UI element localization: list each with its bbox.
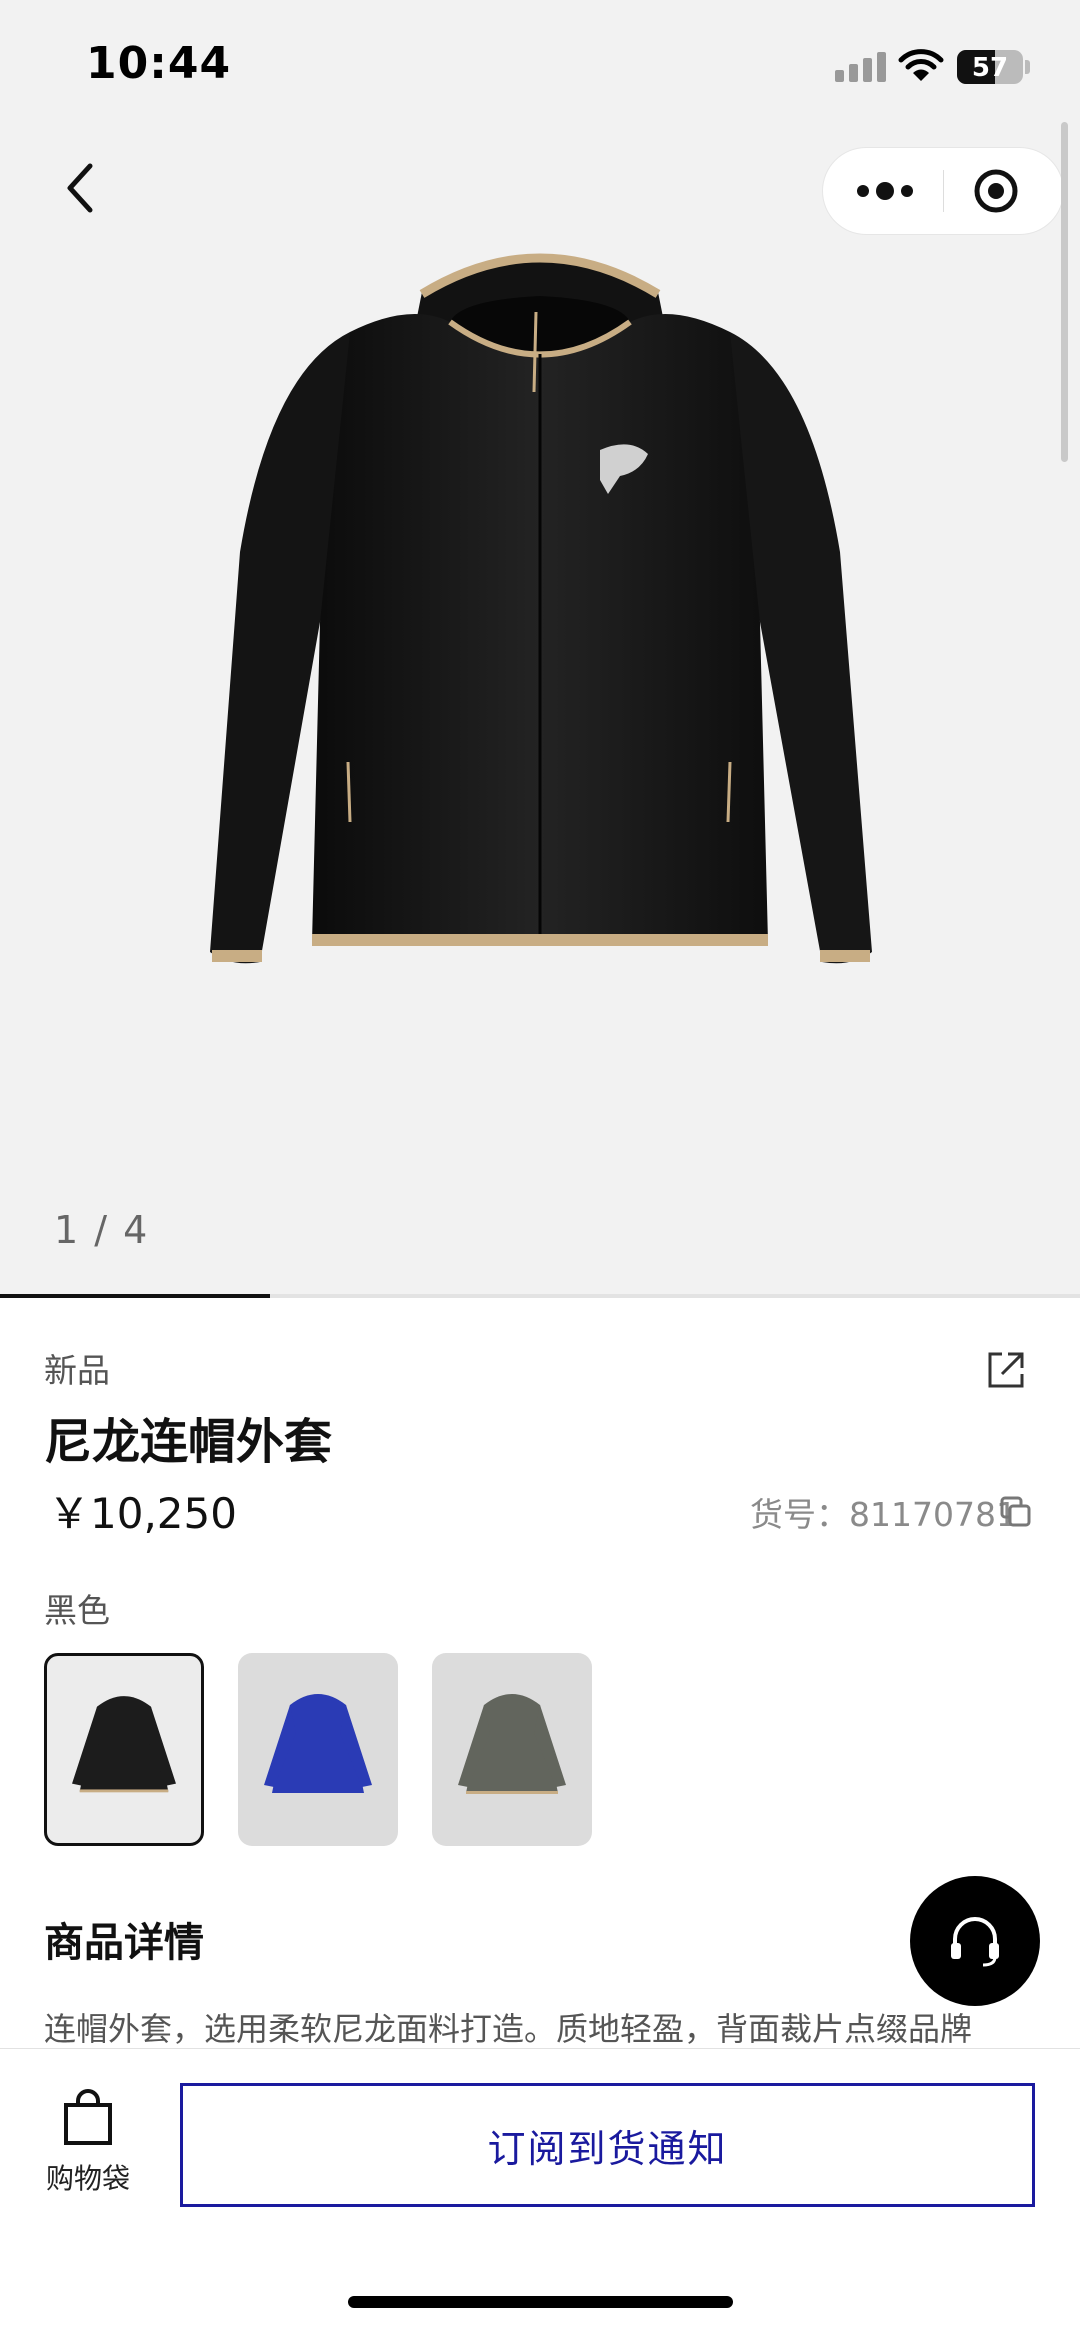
selected-color-label: 黑色: [44, 1591, 110, 1630]
battery-cap: [1025, 60, 1030, 74]
subscribe-restock-button[interactable]: 订阅到货通知: [180, 2083, 1035, 2207]
sku-value: 81170781: [849, 1495, 1017, 1534]
product-price: ￥10,250: [48, 1489, 237, 1538]
battery-icon: 57: [957, 50, 1023, 84]
home-indicator: [348, 2296, 733, 2308]
gallery-counter: 1 / 4: [54, 1208, 150, 1252]
shopping-bag-button[interactable]: 购物袋: [38, 2089, 138, 2197]
swatch-grey-image: [458, 1694, 566, 1794]
swatch-blue-image: [264, 1694, 372, 1793]
status-time: 10:44: [86, 38, 232, 89]
status-bar: 10:44 57: [0, 0, 1080, 130]
new-arrival-tag: 新品: [44, 1351, 110, 1390]
battery-percent: 57: [971, 53, 1009, 83]
product-title: 尼龙连帽外套: [44, 1414, 333, 1470]
shopping-bag-label: 购物袋: [45, 2162, 130, 2195]
cellular-signal-icon: [835, 52, 886, 82]
headset-icon: [951, 1917, 999, 1967]
gallery-progress: [0, 1294, 1080, 1298]
scrollbar: [1061, 122, 1068, 462]
bottom-action-bar: 购物袋 订阅到货通知: [0, 2048, 1080, 2338]
product-gallery[interactable]: 10:44 57 1 / 4: [0, 0, 1080, 1298]
customer-service-button[interactable]: [910, 1876, 1040, 2006]
product-description: 连帽外套，选用柔软尼龙面料打造。质地轻盈，背面裁片点缀品牌: [44, 2010, 973, 2048]
color-swatch-black[interactable]: [44, 1653, 204, 1846]
sku-label: 货号：: [750, 1495, 849, 1534]
color-swatch-grey[interactable]: [432, 1653, 592, 1846]
capsule-divider: [943, 170, 944, 212]
copy-icon[interactable]: [998, 1494, 1032, 1528]
color-swatch-blue[interactable]: [238, 1653, 398, 1846]
more-dots-icon[interactable]: [853, 176, 917, 206]
back-icon[interactable]: [56, 158, 106, 218]
details-heading: 商品详情: [44, 1920, 204, 1966]
target-icon[interactable]: [973, 168, 1019, 214]
shopping-bag-icon: [64, 2089, 112, 2145]
product-sku: 货号：81170781: [750, 1488, 1017, 1536]
gallery-progress-fill: [0, 1294, 270, 1298]
product-image[interactable]: [200, 222, 880, 1082]
swatch-black-image: [72, 1696, 176, 1793]
wifi-icon: [898, 49, 944, 81]
share-icon[interactable]: [984, 1348, 1028, 1392]
